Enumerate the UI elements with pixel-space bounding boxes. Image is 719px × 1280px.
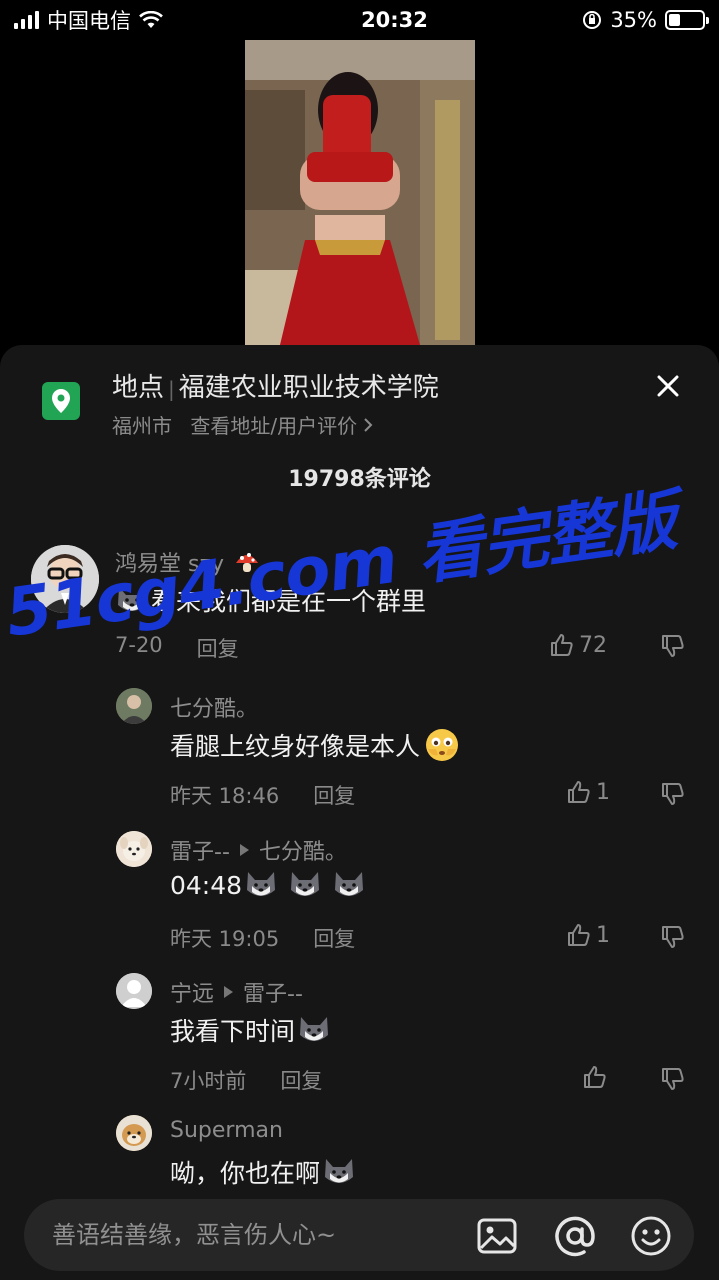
- close-icon[interactable]: [653, 371, 683, 401]
- location-label: 地点: [112, 373, 165, 403]
- carrier-label: 中国电信: [47, 9, 131, 33]
- comment-meta: 昨天 19:05 回复: [170, 923, 355, 953]
- comment-author[interactable]: Superman: [170, 1118, 283, 1143]
- signal-icon: [14, 11, 39, 29]
- flushed-emoji-icon: [426, 729, 459, 761]
- reply-to-name[interactable]: 七分酷。: [259, 834, 347, 866]
- author-name: 鸿易堂 szy: [115, 552, 225, 577]
- location-subtitle[interactable]: 福州市 查看地址/用户评价: [112, 410, 373, 439]
- reply-button[interactable]: 回复: [197, 633, 239, 663]
- comment-date: 7小时前: [170, 1069, 247, 1093]
- comment-input[interactable]: [52, 1217, 432, 1253]
- comment-meta: 昨天 18:46 回复: [170, 780, 355, 810]
- emoji-icon[interactable]: [630, 1215, 672, 1257]
- comment-date: 7-20: [115, 633, 163, 657]
- avatar[interactable]: [116, 688, 152, 724]
- thumb-up-icon: [551, 634, 573, 656]
- like-button[interactable]: [582, 1064, 612, 1090]
- location-pin-icon: [42, 382, 80, 420]
- location-city: 福州市: [112, 414, 172, 438]
- location-title: 地点 | 福建农业职业技术学院: [112, 373, 439, 403]
- husky-emoji-icon: [247, 872, 276, 896]
- husky-emoji-icon: [325, 1159, 354, 1183]
- comment-item: 宁远 雷子-- 我看下时间 7小时前 回复: [0, 970, 719, 1100]
- location-name: 福建农业职业技术学院: [178, 373, 439, 403]
- thumb-down-icon[interactable]: [660, 781, 686, 807]
- author-name: 雷子--: [170, 840, 230, 865]
- avatar[interactable]: [116, 973, 152, 1009]
- reply-button[interactable]: 回复: [313, 923, 355, 953]
- comment-author[interactable]: 鸿易堂 szy: [115, 546, 260, 578]
- like-button[interactable]: 72: [549, 632, 607, 658]
- husky-emoji-icon: [300, 1017, 329, 1041]
- comment-item: Superman 呦，你也在啊: [0, 1112, 719, 1192]
- avatar[interactable]: [116, 831, 152, 867]
- reply-button[interactable]: 回复: [313, 780, 355, 810]
- like-count: 1: [596, 779, 610, 805]
- author-name: 七分酷。: [170, 697, 259, 722]
- comment-meta: 7-20 回复: [115, 633, 239, 663]
- author-name: Superman: [170, 1118, 283, 1143]
- avatar[interactable]: [116, 1115, 152, 1151]
- like-count: 72: [579, 632, 607, 658]
- comment-body: 看腿上纹身好像是本人: [170, 732, 421, 761]
- comment-author[interactable]: 宁远 雷子--: [170, 976, 303, 1008]
- image-icon[interactable]: [476, 1215, 518, 1257]
- at-icon[interactable]: [554, 1215, 596, 1257]
- reply-arrow-icon: [239, 844, 249, 856]
- thumb-up-icon: [584, 1066, 606, 1088]
- comment-text: 看来我们都是在一个群里: [115, 582, 426, 618]
- thumb-down-icon[interactable]: [660, 633, 686, 659]
- comment-input-box[interactable]: [24, 1199, 694, 1271]
- comment-author[interactable]: 雷子-- 七分酷。: [170, 834, 347, 866]
- status-bar: 中国电信 20:32 35%: [0, 0, 719, 40]
- comment-text: 我看下时间: [170, 1012, 331, 1048]
- wifi-icon: [139, 11, 163, 28]
- reply-arrow-icon: [224, 986, 234, 998]
- comments-count: 19798条评论: [288, 467, 431, 492]
- comment-body: 我看下时间: [170, 1017, 296, 1046]
- comments-sheet: 地点 | 福建农业职业技术学院 福州市 查看地址/用户评价 19798条评论 鸿易堂…: [0, 345, 719, 1280]
- thumb-up-icon: [568, 781, 590, 803]
- comment-body: 04:48: [170, 870, 243, 900]
- comment-text: 04:48: [170, 870, 366, 900]
- comment-date: 昨天 18:46: [170, 784, 280, 808]
- reply-to-name[interactable]: 雷子--: [243, 976, 303, 1008]
- battery-icon: [665, 10, 709, 30]
- mushroom-icon: [236, 553, 259, 572]
- location-link[interactable]: 查看地址/用户评价: [190, 414, 357, 438]
- comment-date: 昨天 19:05: [170, 927, 280, 951]
- video-preview[interactable]: [245, 40, 475, 345]
- rotation-lock-icon: [583, 11, 602, 29]
- thumb-down-icon[interactable]: [660, 924, 686, 950]
- avatar[interactable]: [31, 545, 99, 613]
- like-button[interactable]: 1: [566, 922, 610, 948]
- status-time: 20:32: [361, 8, 428, 32]
- husky-emoji-icon: [118, 587, 146, 611]
- comment-item: 鸿易堂 szy 看来我们都是在一个群里 7-20 回复 72: [0, 540, 719, 670]
- comment-author[interactable]: 七分酷。: [170, 691, 258, 723]
- thumb-up-icon: [568, 924, 590, 946]
- thumb-down-icon[interactable]: [660, 1066, 686, 1092]
- like-count: 1: [596, 922, 610, 948]
- comment-text: 看腿上纹身好像是本人: [170, 727, 462, 763]
- chevron-right-icon: [364, 418, 373, 432]
- comment-input-bar: [0, 1185, 719, 1280]
- battery-percent: 35%: [610, 8, 657, 32]
- comment-body: 看来我们都是在一个群里: [151, 587, 427, 616]
- location-header[interactable]: 地点 | 福建农业职业技术学院 福州市 查看地址/用户评价: [0, 345, 719, 445]
- reply-button[interactable]: 回复: [280, 1065, 322, 1095]
- husky-emoji-icon: [335, 872, 364, 896]
- comment-meta: 7小时前 回复: [170, 1065, 322, 1095]
- comment-item: 七分酷。 看腿上纹身好像是本人 昨天 18:46 回复 1: [0, 685, 719, 815]
- like-button[interactable]: 1: [566, 779, 610, 805]
- comment-item: 雷子-- 七分酷。 04:48 昨天 19:05 回复 1: [0, 828, 719, 958]
- author-name: 宁远: [170, 982, 215, 1007]
- husky-emoji-icon: [291, 872, 320, 896]
